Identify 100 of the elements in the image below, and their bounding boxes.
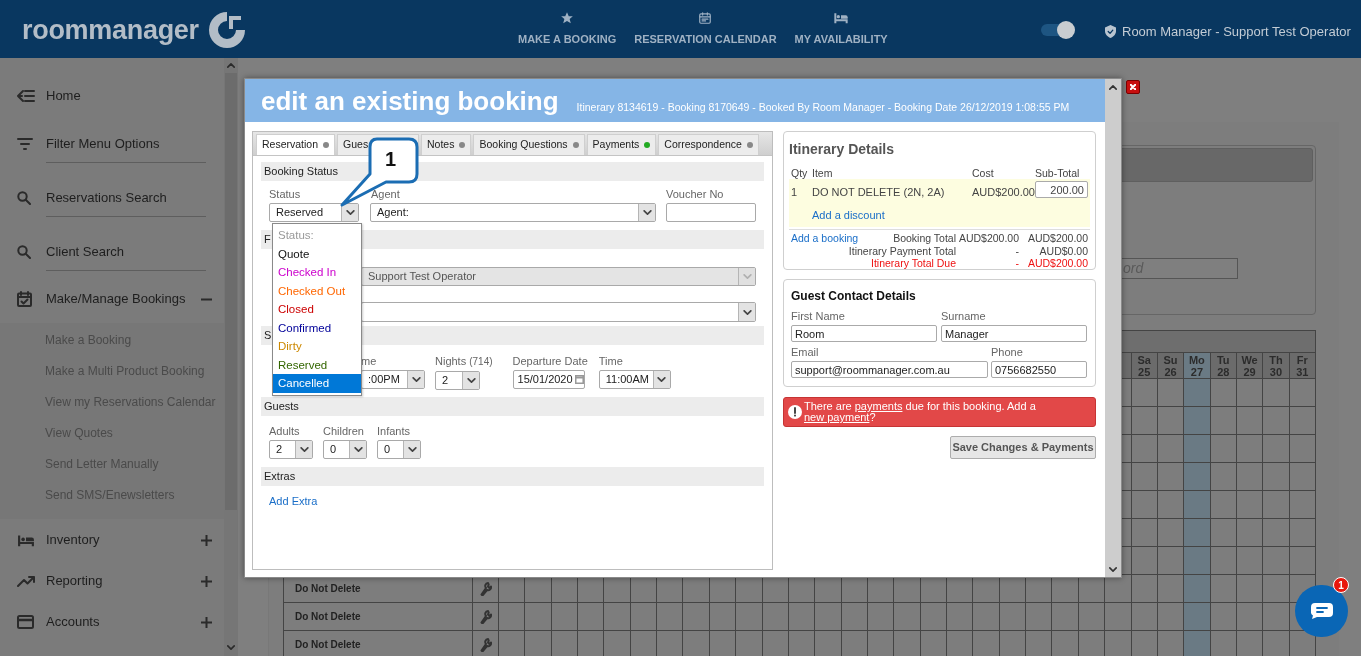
toggle-switch[interactable] xyxy=(1039,20,1077,40)
field-label: Infants xyxy=(377,424,412,438)
bed-icon xyxy=(17,533,35,547)
search-icon xyxy=(17,191,31,205)
sidebar-group[interactable]: Make/Manage Bookings xyxy=(46,289,201,309)
card-title: Guest Contact Details xyxy=(791,289,917,303)
calendar-cell xyxy=(630,603,658,631)
calendar-cell xyxy=(1210,379,1237,407)
select-field[interactable]: 2 xyxy=(269,440,313,459)
calendar-cell xyxy=(1263,491,1290,519)
card-title: Itinerary Details xyxy=(789,141,896,157)
menu-collapse-icon xyxy=(17,89,35,103)
trend-icon xyxy=(17,575,35,587)
section-header: Guests xyxy=(261,397,764,416)
total-label: Itinerary Payment Total xyxy=(848,244,956,257)
payment-link[interactable]: new payment xyxy=(804,411,870,423)
select-field[interactable]: 2 xyxy=(435,371,480,390)
field-label: Voucher No xyxy=(666,187,725,201)
total-label: Booking Total xyxy=(893,232,956,245)
calendar-cell xyxy=(604,603,631,631)
sidebar-group[interactable]: Inventory xyxy=(46,530,201,550)
calendar-cell xyxy=(1289,407,1316,435)
chevron-down-icon xyxy=(411,377,421,382)
star-icon xyxy=(560,11,575,25)
chevron-down-icon xyxy=(299,447,309,452)
field-label: Nights xyxy=(435,354,467,368)
calendar-cell xyxy=(1263,407,1290,435)
field-label: Departure Date xyxy=(512,354,588,368)
calendar-cell xyxy=(1105,603,1132,631)
dropdown-option[interactable]: Cancelled xyxy=(273,374,361,393)
calendar-cell xyxy=(1210,463,1237,491)
calendar-cell xyxy=(1210,407,1237,435)
tab[interactable]: Reservation xyxy=(256,134,336,155)
field-label: Children xyxy=(323,424,365,438)
scrollbar[interactable] xyxy=(1105,79,1121,577)
text-field[interactable]: Room xyxy=(791,325,937,342)
calendar-cell xyxy=(1210,519,1237,547)
tab[interactable]: Booking Questions xyxy=(473,134,585,155)
close-button[interactable] xyxy=(1126,80,1140,94)
select-field[interactable]: Agent: xyxy=(370,203,656,222)
calendar-cell xyxy=(894,603,921,631)
tab[interactable]: Payments xyxy=(586,134,657,155)
dropdown-option[interactable]: Checked In xyxy=(273,263,361,282)
sidebar-group[interactable]: Accounts xyxy=(46,612,201,632)
calendar-cell xyxy=(999,603,1027,631)
text-field[interactable]: support@roommanager.com.au xyxy=(791,361,988,378)
text-field[interactable]: 0756682550 xyxy=(991,361,1087,378)
calendar-cell xyxy=(1236,407,1264,435)
day-header: We 29 xyxy=(1236,353,1264,379)
select-field[interactable]: Reserved xyxy=(269,203,359,222)
table-cell-text: 1 xyxy=(791,185,799,200)
calendar-cell xyxy=(1026,603,1053,631)
calendar-cell xyxy=(762,603,789,631)
calendar-cell xyxy=(1289,491,1316,519)
text-field[interactable]: Manager xyxy=(941,325,1087,342)
add-extra-link[interactable]: Add Extra xyxy=(269,493,318,510)
calendar-cell xyxy=(1263,435,1290,463)
user-name[interactable]: Room Manager - Support Test Operator xyxy=(1122,22,1351,42)
sidebar-link[interactable]: Home xyxy=(46,86,81,106)
nav-link[interactable]: MY AVAILABILITY xyxy=(794,11,888,48)
sidebar-search-link[interactable]: Reservations Search xyxy=(46,185,206,217)
nav-link[interactable]: RESERVATION CALENDAR xyxy=(634,11,777,48)
day-header: Su 26 xyxy=(1157,353,1185,379)
save-button[interactable]: Save Changes & Payments xyxy=(950,436,1096,459)
nav-link[interactable]: MAKE A BOOKING xyxy=(518,11,617,48)
field-label: Agent xyxy=(370,187,401,201)
scrollbar[interactable] xyxy=(224,58,238,656)
calendar-cell xyxy=(1236,603,1264,631)
select-field[interactable]: 0 xyxy=(323,440,367,459)
logo-icon xyxy=(206,10,247,50)
sidebar-search-link[interactable]: Client Search xyxy=(46,239,206,271)
chevron-down-icon xyxy=(657,377,667,382)
calendar-cell xyxy=(1263,379,1290,407)
add-booking-link[interactable]: Add a booking xyxy=(791,232,859,245)
select-field[interactable] xyxy=(361,302,756,322)
tab[interactable]: Correspondence xyxy=(658,134,759,155)
select-field[interactable]: :00PM xyxy=(361,370,425,389)
sidebar-group[interactable]: Reporting xyxy=(46,571,201,591)
payment-link[interactable]: payments xyxy=(854,400,903,412)
dropdown-option[interactable]: Closed xyxy=(273,300,361,319)
dropdown-option[interactable]: Dirty xyxy=(273,337,361,356)
day-header: Fr 31 xyxy=(1289,353,1316,379)
chevron-down-icon xyxy=(353,447,363,452)
subtotal-field[interactable]: 200.00 xyxy=(1035,181,1088,198)
total-value: AUD$200.00 xyxy=(1026,257,1088,270)
select-field[interactable]: 11:00AM xyxy=(598,370,671,389)
calendar-cell xyxy=(1236,491,1264,519)
select-field[interactable]: 0 xyxy=(377,440,421,459)
wrench-icon xyxy=(479,609,492,624)
tab[interactable]: Notes xyxy=(421,134,472,155)
calendar-cell xyxy=(920,603,948,631)
date-field[interactable]: 15/01/2020 xyxy=(512,370,585,389)
sidebar-search-link[interactable]: Filter Menu Options xyxy=(46,131,206,163)
column-header: Cost xyxy=(972,167,995,179)
add-discount-link[interactable]: Add a discount xyxy=(812,206,885,223)
text-field[interactable] xyxy=(666,203,756,222)
dropdown-option[interactable]: Status: xyxy=(273,226,361,245)
total-label: Itinerary Total Due xyxy=(871,257,956,270)
calendar-cell xyxy=(1236,435,1264,463)
search-icon xyxy=(17,245,31,259)
